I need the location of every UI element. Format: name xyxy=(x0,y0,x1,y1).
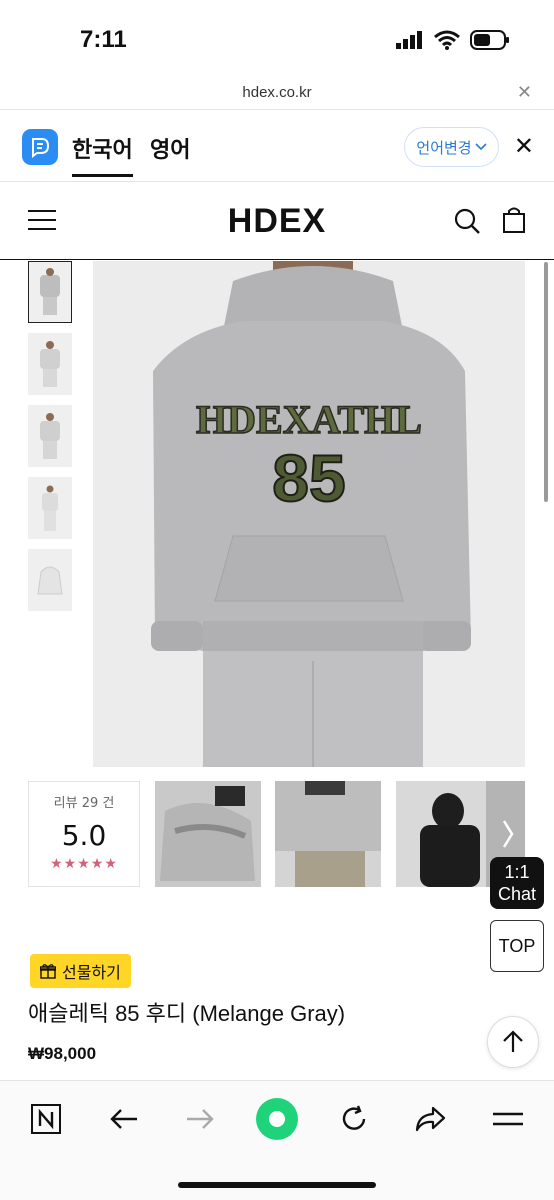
review-stars: ★★★★★ xyxy=(50,856,118,872)
shopping-bag-icon[interactable] xyxy=(502,206,526,234)
translate-logo-icon xyxy=(22,129,58,165)
wifi-icon xyxy=(434,30,460,50)
green-dot-home-icon[interactable] xyxy=(254,1096,300,1142)
page-scrollbar[interactable] xyxy=(544,262,548,502)
change-language-button[interactable]: 언어변경 xyxy=(404,127,499,167)
gift-icon xyxy=(40,964,56,979)
status-bar: 7:11 xyxy=(0,0,554,80)
thumbnail-list xyxy=(28,261,74,621)
url-text[interactable]: hdex.co.kr xyxy=(0,84,554,101)
back-arrow-icon[interactable] xyxy=(104,1099,144,1139)
thumbnail-2[interactable] xyxy=(28,333,72,395)
thumbnail-1[interactable] xyxy=(28,261,72,323)
forward-arrow-icon[interactable] xyxy=(180,1099,220,1139)
review-score: 5.0 xyxy=(61,819,107,852)
close-icon[interactable]: ✕ xyxy=(517,82,532,103)
gift-label: 선물하기 xyxy=(62,963,121,982)
hoodie-illustration: HDEXATHL 85 xyxy=(93,261,525,767)
hoodie-print-line2: 85 xyxy=(272,441,345,515)
chevron-down-icon xyxy=(475,143,487,151)
naver-home-icon[interactable] xyxy=(26,1099,66,1139)
language-bar: 한국어 영어 언어변경 ✕ xyxy=(0,110,554,182)
site-header: HDEX xyxy=(0,182,554,260)
main-product-image[interactable]: HDEXATHL 85 xyxy=(93,261,525,767)
gift-button[interactable]: 선물하기 xyxy=(30,954,131,988)
hoodie-print-line1: HDEXATHL xyxy=(196,397,422,442)
product-price: ₩98,000 xyxy=(28,1044,97,1063)
chat-label-line1: 1:1 xyxy=(504,862,530,882)
status-time: 7:11 xyxy=(80,26,127,53)
close-language-bar-icon[interactable]: ✕ xyxy=(514,132,534,160)
scroll-up-button[interactable] xyxy=(487,1016,539,1068)
search-icon[interactable] xyxy=(454,208,480,234)
status-icons xyxy=(396,30,510,50)
refresh-icon[interactable] xyxy=(334,1099,374,1139)
menu-lines-icon[interactable] xyxy=(488,1099,528,1139)
review-count: 리뷰 29 건 xyxy=(53,796,115,811)
tab-korean[interactable]: 한국어 xyxy=(72,132,133,177)
product-name: 애슬레틱 85 후디 (Melange Gray) xyxy=(28,1001,346,1026)
thumbnail-3[interactable] xyxy=(28,405,72,467)
scroll-top-button[interactable]: TOP xyxy=(490,920,544,972)
thumbnail-5[interactable] xyxy=(28,549,72,611)
thumbnail-4[interactable] xyxy=(28,477,72,539)
chat-label-line2: Chat xyxy=(497,884,537,904)
tab-english[interactable]: 영어 xyxy=(150,132,190,174)
battery-icon xyxy=(470,30,509,50)
review-summary-card[interactable]: 리뷰 29 건 5.0 ★★★★★ xyxy=(28,781,140,887)
arrow-up-icon xyxy=(503,1030,523,1052)
review-photo-1[interactable] xyxy=(155,781,261,887)
review-photo-2[interactable] xyxy=(275,781,381,887)
signal-icon xyxy=(396,31,422,49)
chat-button[interactable]: 1:1 Chat xyxy=(490,857,544,909)
change-language-label: 언어변경 xyxy=(416,138,472,157)
url-bar[interactable]: hdex.co.kr ✕ xyxy=(0,80,554,110)
home-indicator xyxy=(178,1182,376,1188)
share-icon[interactable] xyxy=(410,1099,450,1139)
